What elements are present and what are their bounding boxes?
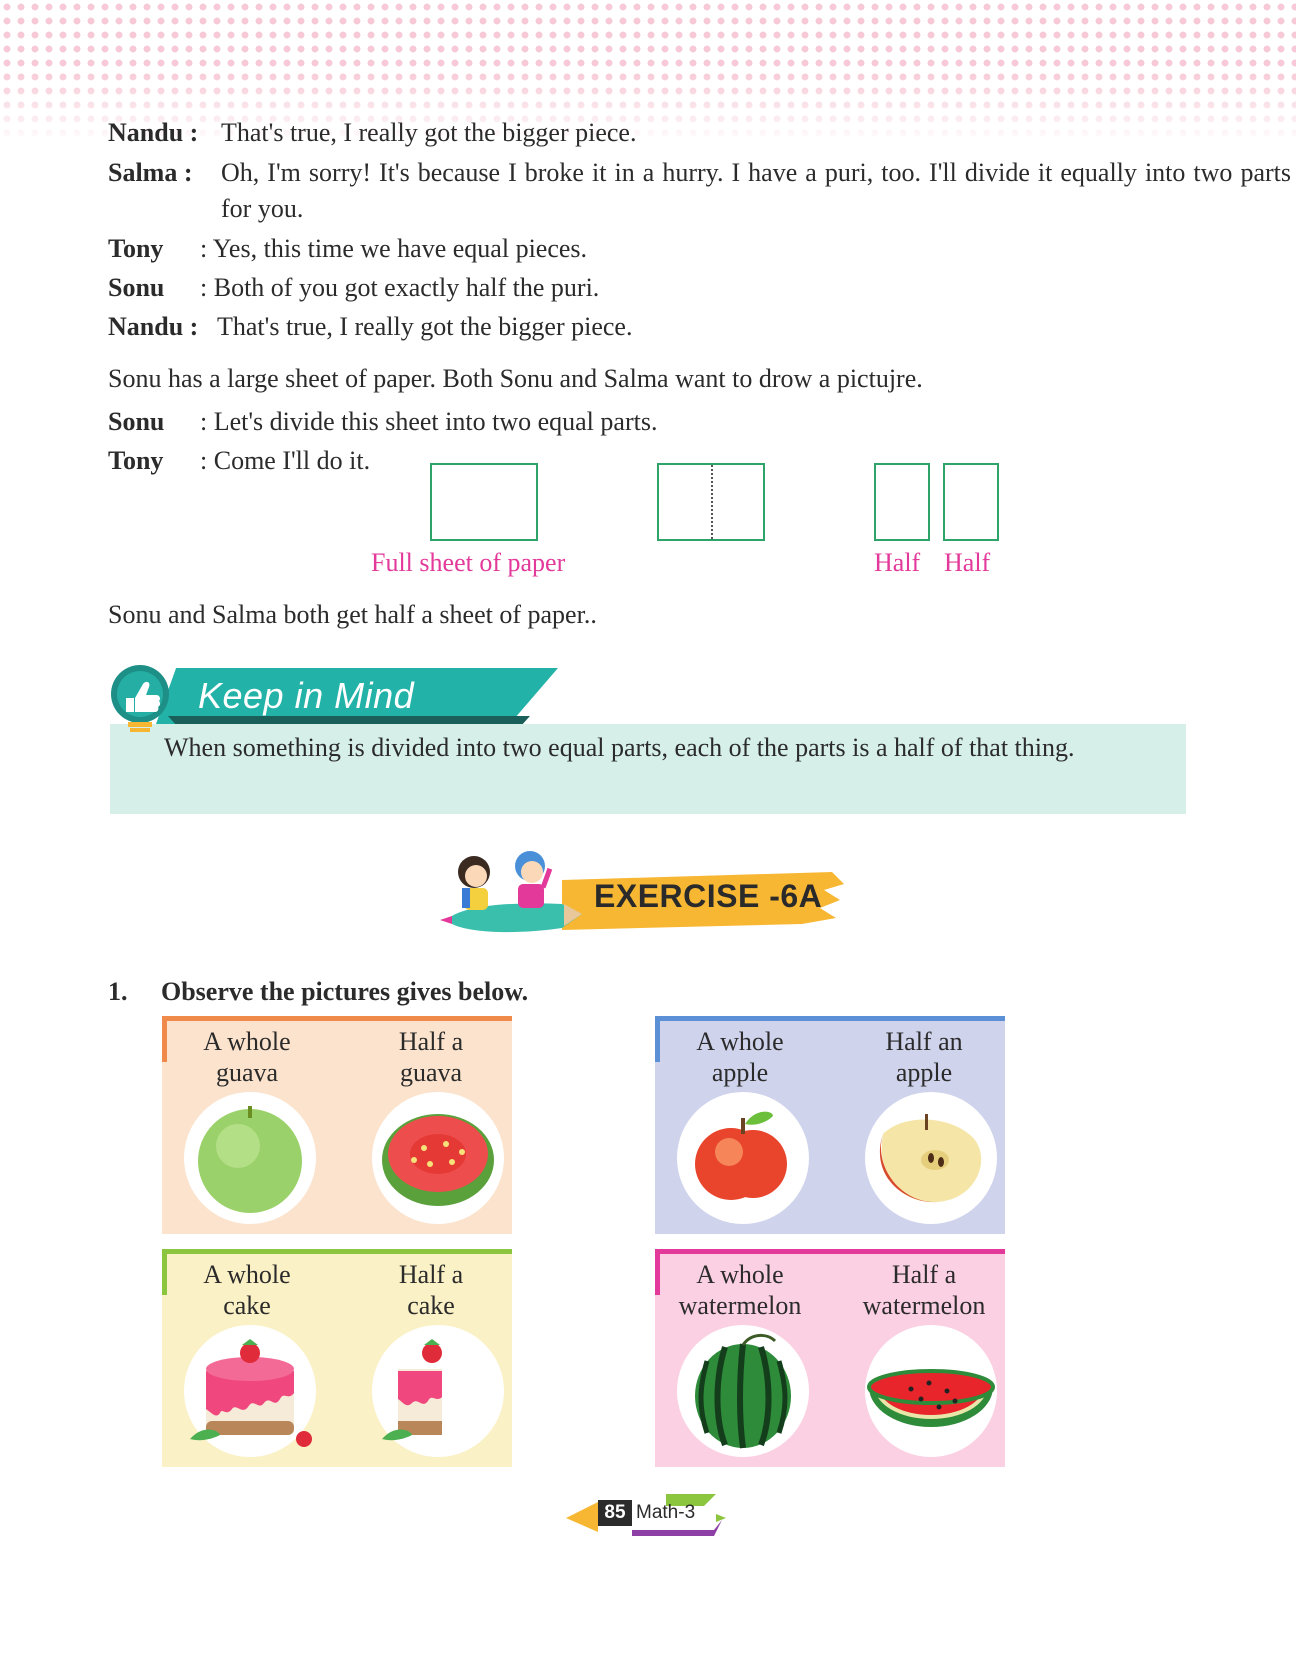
exercise-title: EXERCISE -6A	[594, 878, 823, 914]
card-apple: A whole apple Half an apple	[655, 1016, 1005, 1234]
half-caption: Half	[944, 548, 991, 577]
whole-apple-icon	[695, 1111, 787, 1200]
speaker-name: Salma :	[108, 158, 193, 187]
half-guava-icon	[382, 1114, 494, 1206]
keep-in-mind-box: Keep in Mind When something is divided i…	[108, 664, 1188, 814]
card-cake: A whole cake Half a cake	[162, 1249, 512, 1467]
keep-in-mind-text: When something is divided into two equal…	[164, 733, 1075, 762]
question-number: 1.	[108, 977, 128, 1006]
dialogue-text: That's true, I really got the bigger pie…	[221, 118, 637, 147]
exercise-banner: EXERCISE -6A	[432, 838, 862, 958]
paragraph: Sonu and Salma both get half a sheet of …	[108, 600, 597, 629]
speaker-name: Nandu :	[108, 312, 199, 341]
half-watermelon-icon	[867, 1369, 995, 1427]
speaker-name: Sonu	[108, 407, 165, 436]
dialogue-text: Oh, I'm sorry! It's because I broke it i…	[221, 158, 1291, 223]
page-footer: 85 Math-3	[566, 1492, 734, 1538]
whole-guava-icon	[198, 1106, 302, 1213]
speaker-name: Tony	[108, 446, 164, 475]
fold-line	[711, 465, 713, 539]
whole-watermelon-icon	[695, 1334, 791, 1449]
dialogue-text: : Let's divide this sheet into two equal…	[200, 407, 658, 436]
half-apple-icon	[879, 1114, 982, 1203]
card-guava: A whole guava Half a guava	[162, 1016, 512, 1234]
speaker-name: Sonu	[108, 273, 165, 302]
keep-in-mind-title: Keep in Mind	[198, 675, 415, 716]
full-sheet-figure	[430, 463, 538, 541]
dialogue-text: : Yes, this time we have equal pieces.	[200, 234, 588, 263]
speaker-name: Tony	[108, 234, 164, 263]
page-number: 85	[598, 1500, 632, 1526]
dialogue-text: : Both of you got exactly half the puri.	[200, 273, 600, 302]
dialogue-text: That's true, I really got the bigger pie…	[217, 312, 633, 341]
card-watermelon: A whole watermelon Half a watermelon	[655, 1249, 1005, 1467]
speaker-name: Nandu :	[108, 118, 199, 147]
lightbulb-thumbs-up-icon	[111, 665, 169, 732]
half-caption: Half	[874, 548, 921, 577]
full-sheet-caption: Full sheet of paper	[371, 548, 566, 577]
book-title: Math-3	[636, 1502, 696, 1523]
half-sheet-figure	[943, 463, 999, 541]
half-sheet-figure	[874, 463, 930, 541]
whole-cake-icon	[190, 1339, 312, 1447]
folded-sheet-figure	[657, 463, 765, 541]
question-text: Observe the pictures gives below.	[161, 977, 529, 1006]
half-cake-icon	[382, 1339, 448, 1441]
paragraph: Sonu has a large sheet of paper. Both So…	[108, 364, 923, 393]
